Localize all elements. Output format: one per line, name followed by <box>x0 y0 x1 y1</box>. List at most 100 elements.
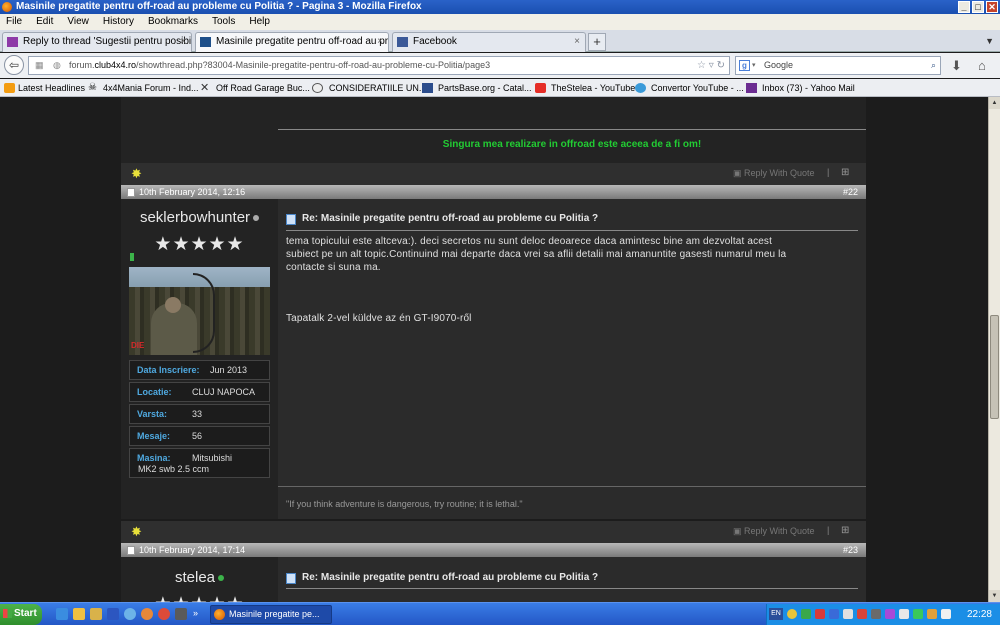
bookmark-partsbase[interactable]: PartsBase.org - Catal... <box>422 79 532 96</box>
tray-icon[interactable] <box>843 609 853 619</box>
reputation-star-icon[interactable]: ✸ <box>131 166 142 182</box>
system-tray: EN 22:28 <box>766 604 1000 625</box>
info-value: 56 <box>192 431 203 441</box>
bookmark-4x4mania[interactable]: ☠ 4x4Mania Forum - Ind... <box>88 79 199 96</box>
menu-view[interactable]: View <box>67 14 89 30</box>
reply-with-quote-label: Reply With Quote <box>744 526 815 536</box>
chrome-icon[interactable] <box>158 608 170 620</box>
search-engine-dropdown-icon[interactable]: ▾ <box>752 57 756 74</box>
tray-icon[interactable] <box>871 609 881 619</box>
tray-icon[interactable] <box>829 609 839 619</box>
tray-icon[interactable] <box>801 609 811 619</box>
avatar-hunter-head <box>165 297 181 313</box>
tab-reply-thread[interactable]: Reply to thread 'Sugestii pentru posibil… <box>2 32 192 52</box>
username[interactable]: stelea <box>175 569 215 586</box>
firefox-quicklaunch-icon[interactable] <box>141 608 153 620</box>
info-car: Masina: Mitsubishi MK2 swb 2.5 ccm <box>129 448 270 478</box>
info-age: Varsta: 33 <box>129 404 270 424</box>
bookmark-convertor-youtube[interactable]: Convertor YouTube - ... <box>635 79 744 96</box>
new-tab-button[interactable]: + <box>588 33 606 51</box>
language-indicator[interactable]: EN <box>769 608 783 620</box>
document-icon <box>286 214 296 225</box>
windows-taskbar: Start » Masinile pregatite pe... EN 22:2… <box>0 602 1000 625</box>
post-title-text: Re: Masinile pregatite pentru off-road a… <box>302 572 599 583</box>
reply-with-quote-button[interactable]: ▣ Reply With Quote <box>733 526 815 537</box>
dropdown-icon[interactable]: ▿ <box>709 60 714 71</box>
post-number-link[interactable]: #22 <box>843 185 858 199</box>
menu-file[interactable]: File <box>6 14 22 30</box>
minimize-button[interactable]: _ <box>958 1 970 13</box>
menu-history[interactable]: History <box>103 14 134 30</box>
download-icon[interactable]: ⬇ <box>951 58 962 74</box>
menu-help[interactable]: Help <box>249 14 270 30</box>
quicklaunch-expand-icon[interactable]: » <box>193 608 198 618</box>
bookmark-latest-headlines[interactable]: Latest Headlines <box>4 79 85 96</box>
tray-icon[interactable] <box>857 609 867 619</box>
back-button[interactable]: ⇦ <box>4 55 24 75</box>
bookmark-yahoo-mail[interactable]: Inbox (73) - Yahoo Mail <box>746 79 855 96</box>
username[interactable]: seklerbowhunter <box>140 209 250 226</box>
url-prefix: forum. <box>69 60 95 70</box>
scroll-thumb[interactable] <box>990 315 999 419</box>
tapatalk-footer: Tapatalk 2-vel küldve az én GT-I9070-ről <box>286 313 472 324</box>
globe-icon[interactable] <box>124 608 136 620</box>
reply-with-quote-button[interactable]: ▣ Reply With Quote <box>733 168 815 179</box>
menu-bookmarks[interactable]: Bookmarks <box>148 14 198 30</box>
tab-close-icon[interactable]: × <box>377 33 383 51</box>
app-icon[interactable] <box>175 608 187 620</box>
volume-icon[interactable] <box>941 609 951 619</box>
avatar[interactable]: DIE <box>129 267 270 355</box>
google-icon[interactable]: g <box>739 60 750 71</box>
info-label: Mesaje: <box>137 431 171 441</box>
close-button[interactable]: ✕ <box>986 1 998 13</box>
signature-divider <box>278 486 866 487</box>
taskbar-firefox-window[interactable]: Masinile pregatite pe... <box>210 605 332 624</box>
bookmark-star-icon[interactable]: ☆ <box>697 60 706 71</box>
scroll-down-button[interactable]: ▼ <box>989 590 1000 602</box>
tab-masinile-thread[interactable]: Masinile pregatite pentru off-road au pr… <box>195 32 389 52</box>
post-number-link[interactable]: #23 <box>843 543 858 557</box>
start-button[interactable]: Start <box>0 604 42 625</box>
save-icon[interactable] <box>107 608 119 620</box>
tab-close-icon[interactable]: × <box>574 33 580 51</box>
tray-icon[interactable] <box>885 609 895 619</box>
document-icon <box>286 573 296 584</box>
avatar-bow <box>193 273 215 353</box>
vertical-scrollbar[interactable]: ▲ ▼ <box>988 97 1000 602</box>
folder-icon[interactable] <box>90 608 102 620</box>
tray-icon[interactable] <box>927 609 937 619</box>
menu-edit[interactable]: Edit <box>36 14 53 30</box>
menu-tools[interactable]: Tools <box>212 14 235 30</box>
ie-icon[interactable] <box>56 608 68 620</box>
multiquote-icon[interactable]: ⊞ <box>841 525 849 536</box>
search-bar[interactable]: g ▾ Google ⌕ <box>735 56 941 75</box>
bookmarks-bar: Latest Headlines ☠ 4x4Mania Forum - Ind..… <box>0 79 1000 97</box>
username-link[interactable]: seklerbowhunter <box>121 209 278 226</box>
bookmark-consideratiile[interactable]: CONSIDERATIILE UN... <box>312 79 426 96</box>
tab-close-icon[interactable]: × <box>180 33 186 51</box>
user-rank-stars: ★★★★★ <box>121 593 278 602</box>
reload-icon[interactable]: ↻ <box>717 60 725 71</box>
home-icon[interactable]: ⌂ <box>978 58 986 73</box>
reputation-star-icon[interactable]: ✸ <box>131 524 142 540</box>
action-separator: | <box>827 167 830 177</box>
reputation-bar <box>130 253 134 261</box>
post-title-divider <box>286 230 858 231</box>
username-link[interactable]: stelea <box>121 569 278 586</box>
tray-icon[interactable] <box>815 609 825 619</box>
tab-list-icon[interactable]: ▼ <box>985 36 994 46</box>
multiquote-icon[interactable]: ⊞ <box>841 167 849 178</box>
url-bar[interactable]: ▦ ◍ forum.club4x4.ro/showthread.php?8300… <box>28 56 730 75</box>
post-title-divider <box>286 588 858 589</box>
tab-facebook[interactable]: Facebook × <box>392 32 586 52</box>
search-icon[interactable]: ⌕ <box>931 57 936 74</box>
bookmark-thestelea-youtube[interactable]: TheStelea - YouTube <box>535 79 635 96</box>
scroll-up-button[interactable]: ▲ <box>989 97 1000 109</box>
bookmark-offroad-garage[interactable]: ✕ Off Road Garage Buc... <box>200 79 310 96</box>
bookmark-label: PartsBase.org - Catal... <box>438 83 532 93</box>
tray-icon[interactable] <box>899 609 909 619</box>
maximize-button[interactable]: □ <box>972 1 984 13</box>
explorer-icon[interactable] <box>73 608 85 620</box>
tray-icon[interactable] <box>787 609 797 619</box>
tray-icon[interactable] <box>913 609 923 619</box>
